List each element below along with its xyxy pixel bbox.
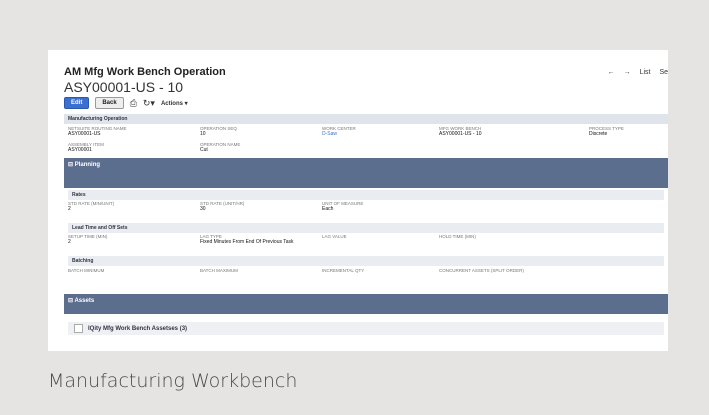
sublist-label: IQity Mfg Work Bench Assetses (3): [88, 325, 188, 332]
search-link[interactable]: Se: [659, 69, 668, 76]
refresh-icon[interactable]: ↻▾: [143, 98, 155, 109]
field-value: 2: [68, 239, 71, 245]
field-incremental-qty: INCREMENTAL QTY: [322, 268, 439, 273]
field-process-type: PROCESS TYPE Discrete: [589, 126, 664, 137]
field-row: NETSUITE ROUTING NAME ASY00001-US OPERAT…: [68, 126, 664, 137]
record-header: AM Mfg Work Bench Operation ASY00001-US …: [64, 66, 226, 95]
field-lag-value: LAG VALUE: [322, 234, 439, 245]
field-operation-name: OPERATION NAME Cut: [200, 142, 322, 153]
field-label: BATCH MAXIMUM: [200, 268, 238, 273]
field-assembly-item: ASSEMBLY ITEM ASY00001: [68, 142, 200, 153]
field-label: LAG VALUE: [322, 234, 347, 239]
field-value: Discrete: [589, 131, 608, 137]
field-std-rate-min: STD RATE (MIN/UNIT) 2: [68, 201, 200, 212]
field-value: 10: [200, 131, 206, 137]
field-operation-seq: OPERATION SEQ 10: [200, 126, 322, 137]
rates-header: Rates: [68, 190, 664, 200]
forward-arrow-icon[interactable]: →: [624, 69, 631, 76]
printer-icon[interactable]: ⎙: [130, 98, 137, 109]
toolbar: Edit Back ⎙ ↻▾ Actions ▾: [64, 97, 188, 109]
field-value: 2: [68, 206, 71, 212]
back-arrow-icon[interactable]: ←: [608, 69, 615, 76]
planning-section-header[interactable]: ⊟ Planning: [64, 158, 668, 188]
assets-sublist-tab[interactable]: IQity Mfg Work Bench Assetses (3): [68, 322, 664, 335]
back-button[interactable]: Back: [95, 97, 124, 109]
record-id: ASY00001-US - 10: [64, 79, 184, 95]
field-value: Each: [322, 206, 334, 212]
checkbox-icon: [74, 324, 83, 333]
page-title: AM Mfg Work Bench Operation: [64, 66, 226, 78]
field-label: HOLD TIME (MIN): [439, 234, 476, 239]
field-value: ASY00001: [68, 147, 92, 153]
field-label: BATCH MINIMUM: [68, 268, 105, 273]
section-manufacturing-operation: Manufacturing Operation: [64, 114, 668, 124]
planning-label: ⊟ Planning: [68, 162, 101, 168]
field-batch-maximum: BATCH MAXIMUM: [200, 268, 322, 273]
actions-menu[interactable]: Actions ▾: [161, 100, 188, 107]
batching-header: Batching: [68, 256, 664, 266]
list-link[interactable]: List: [640, 69, 651, 76]
field-work-center: WORK CENTER D-Saw: [322, 126, 439, 137]
assets-section-header[interactable]: ⊟ Assets: [64, 294, 668, 314]
screenshot-card: AM Mfg Work Bench Operation ASY00001-US …: [48, 50, 668, 351]
field-concurrent-assets: CONCURRENT ASSETS (SPLIT ORDER): [439, 268, 619, 273]
field-row: ASSEMBLY ITEM ASY00001 OPERATION NAME Cu…: [68, 142, 664, 153]
field-value: 30: [200, 206, 206, 212]
field-std-rate-unit: STD RATE (UNIT/HR) 30: [200, 201, 322, 212]
field-setup-time: SETUP TIME (MIN) 2: [68, 234, 200, 245]
field-value: Cut: [200, 147, 208, 153]
field-mfg-work-bench: MFG WORK BENCH ASY00001-US - 10: [439, 126, 589, 137]
field-unit-of-measure: UNIT OF MEASURE Each: [322, 201, 439, 212]
record-nav: ← → List Se: [601, 69, 668, 76]
field-value: ASY00001-US - 10: [439, 131, 482, 137]
field-label: CONCURRENT ASSETS (SPLIT ORDER): [439, 268, 524, 273]
edit-button[interactable]: Edit: [64, 97, 90, 109]
assets-label: ⊟ Assets: [68, 298, 95, 304]
field-label: INCREMENTAL QTY: [322, 268, 365, 273]
field-routing-name: NETSUITE ROUTING NAME ASY00001-US: [68, 126, 200, 137]
caption: Manufacturing Workbench: [48, 370, 298, 392]
field-lag-type: LAG TYPE Fixed Minutes From End Of Previ…: [200, 234, 322, 245]
field-hold-time: HOLD TIME (MIN): [439, 234, 589, 245]
lead-time-header: Lead Time and Off Sets: [68, 223, 664, 233]
field-row: SETUP TIME (MIN) 2 LAG TYPE Fixed Minute…: [68, 234, 664, 245]
field-batch-minimum: BATCH MINIMUM: [68, 268, 200, 273]
work-center-link[interactable]: D-Saw: [322, 131, 439, 137]
field-row: STD RATE (MIN/UNIT) 2 STD RATE (UNIT/HR)…: [68, 201, 664, 212]
field-value: ASY00001-US: [68, 131, 101, 137]
field-value: Fixed Minutes From End Of Previous Task: [200, 239, 294, 245]
field-row: BATCH MINIMUM BATCH MAXIMUM INCREMENTAL …: [68, 268, 664, 273]
